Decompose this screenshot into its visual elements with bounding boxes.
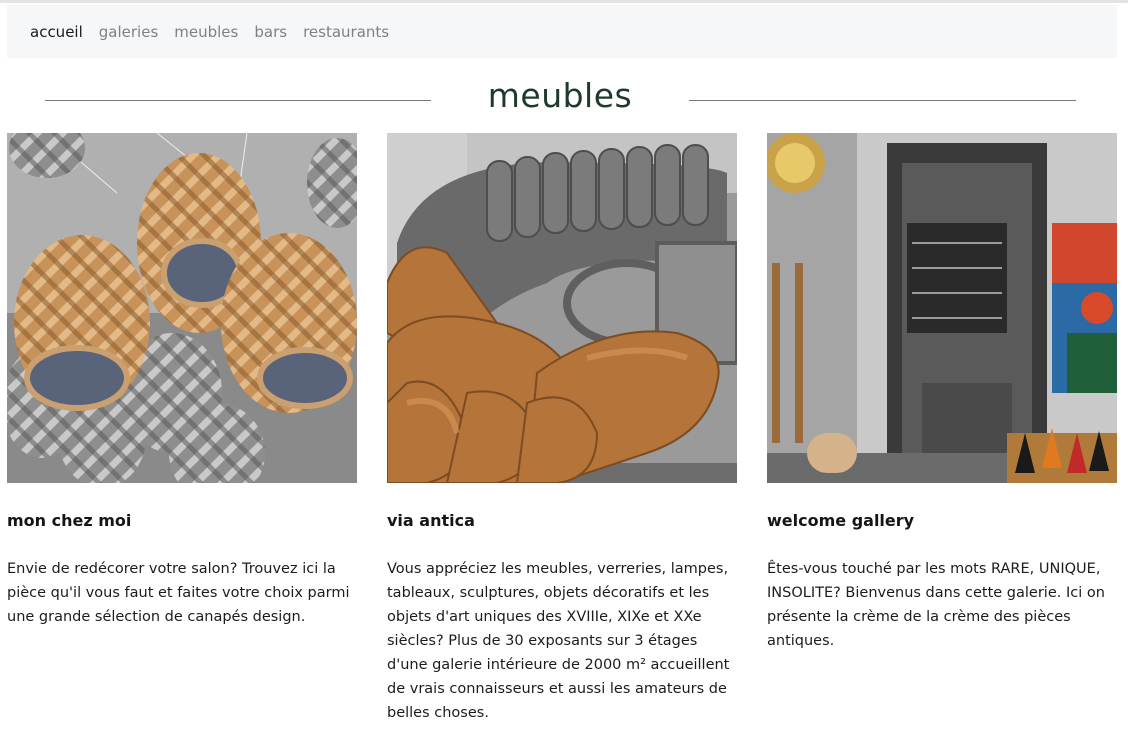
nav-item-bars[interactable]: bars bbox=[254, 23, 287, 41]
wicker-lamps-image[interactable] bbox=[7, 133, 357, 483]
section-title: meubles bbox=[487, 76, 633, 115]
nav-item-meubles[interactable]: meubles bbox=[174, 23, 238, 41]
nav-item-restaurants[interactable]: restaurants bbox=[303, 23, 389, 41]
nav-item-galeries[interactable]: galeries bbox=[99, 23, 159, 41]
nav-item-accueil[interactable]: accueil bbox=[30, 23, 83, 41]
card-description: Êtes-vous touché par les mots RARE, UNIQ… bbox=[767, 561, 1105, 649]
main-navbar: accueil galeries meubles bars restaurant… bbox=[7, 5, 1117, 58]
top-border bbox=[0, 0, 1128, 3]
card-title[interactable]: mon chez moi bbox=[7, 511, 357, 530]
card-title[interactable]: via antica bbox=[387, 511, 737, 530]
card-description: Vous appréciez les meubles, verreries, l… bbox=[387, 561, 730, 721]
divider-left bbox=[45, 100, 431, 101]
section-header: meubles bbox=[45, 76, 1076, 120]
card-description: Envie de redécorer votre salon? Trouvez … bbox=[7, 561, 350, 625]
leather-sofa-image[interactable] bbox=[387, 133, 737, 483]
divider-right bbox=[689, 100, 1076, 101]
gallery-interior-image[interactable] bbox=[767, 133, 1117, 483]
card-welcome-gallery: welcome gallery Êtes-vous touché par les… bbox=[767, 133, 1117, 653]
card-via-antica: via antica Vous appréciez les meubles, v… bbox=[387, 133, 737, 725]
card-title[interactable]: welcome gallery bbox=[767, 511, 1117, 530]
card-mon-chez-moi: mon chez moi Envie de redécorer votre sa… bbox=[7, 133, 357, 629]
